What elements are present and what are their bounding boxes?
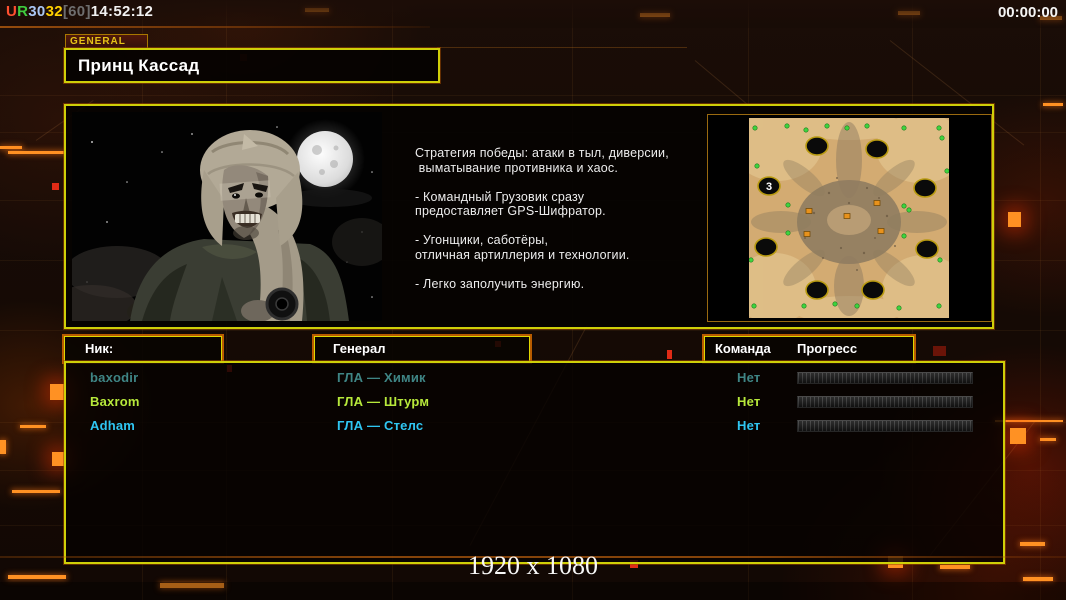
briefing-line: предоставляет GPS-Шифратор. <box>415 204 606 218</box>
circuit-node-red <box>667 350 672 359</box>
circuit-dash <box>8 151 66 154</box>
progress-header-label: Прогресс <box>797 341 858 356</box>
player-nick: Adham <box>90 418 136 433</box>
briefing-text: Стратегия победы: атаки в тыл, диверсии,… <box>415 146 715 291</box>
briefing-line: - Легко заполучить энергию. <box>415 276 585 291</box>
circuit-line <box>1040 0 1041 600</box>
circuit-dash <box>0 146 22 149</box>
fps-monitor-u: U <box>6 3 18 20</box>
fps-cap: [60] <box>62 3 91 20</box>
svg-text:3: 3 <box>766 181 772 193</box>
player-rows: baxodir ГЛА — Химик Нет Baxrom ГЛА — Штурм Не… <box>66 366 1003 438</box>
circuit-dash <box>12 490 60 493</box>
general-portrait <box>47 112 392 329</box>
briefing-line: - Угонщики, саботёры, <box>415 233 549 247</box>
player-row: Baxrom ГЛА — Штурм Нет <box>66 390 1003 414</box>
resolution-label: 1920 x 1080 <box>468 551 598 580</box>
player-nick: Baxrom <box>90 394 140 409</box>
progress-bar <box>797 420 973 432</box>
general-name-box: Принц Кассад <box>64 48 440 83</box>
circuit-line <box>0 330 1066 331</box>
fps-monitor-r: R <box>17 3 29 20</box>
general-name: Принц Кассад <box>78 56 200 75</box>
column-header-team-progress: Команда Прогресс <box>702 334 916 364</box>
circuit-node <box>50 384 64 400</box>
briefing-line <box>415 219 715 234</box>
circuit-line <box>0 95 1066 96</box>
nick-header-label: Ник: <box>85 341 114 356</box>
player-row: Adham ГЛА — Стелс Нет <box>66 414 1003 438</box>
player-general: ГЛА — Химик <box>337 370 426 385</box>
player-team: Нет <box>737 370 761 385</box>
circuit-dash <box>0 440 6 454</box>
player-nick: baxodir <box>90 370 139 385</box>
loading-screen: UR3032[60]14:52:12 00:00:00 GENERAL Прин… <box>0 0 1066 600</box>
player-general: ГЛА — Штурм <box>337 394 430 409</box>
player-row: baxodir ГЛА — Химик Нет <box>66 366 1003 390</box>
column-header-nick: Ник: <box>62 334 224 364</box>
briefing-line <box>415 175 715 190</box>
briefing-line: - Командный Грузовик сразу <box>415 189 585 204</box>
general-portrait-art <box>47 112 392 329</box>
player-team: Нет <box>737 394 761 409</box>
circuit-dash <box>20 425 46 428</box>
player-team: Нет <box>737 418 761 433</box>
briefing-line <box>415 262 715 277</box>
briefing-line: Стратегия победы: атаки в тыл, диверсии, <box>415 146 669 160</box>
minimap-box: 3 <box>707 114 992 322</box>
team-header-label: Команда <box>715 341 771 356</box>
column-header-general: Генерал <box>312 334 532 364</box>
general-header-label: Генерал <box>333 341 386 356</box>
briefing-line: отличная артиллерия и технологии. <box>415 247 630 262</box>
player-general: ГЛА — Стелс <box>337 418 424 433</box>
player-list-box: baxodir ГЛА — Химик Нет Baxrom ГЛА — Штурм Не… <box>64 361 1005 564</box>
fps-monitor: UR3032[60]14:52:12 <box>6 3 153 20</box>
circuit-dash <box>995 420 1063 422</box>
circuit-node-red <box>52 183 59 190</box>
circuit-node <box>1010 428 1026 444</box>
progress-bar <box>797 372 973 384</box>
circuit-node <box>1008 212 1021 227</box>
circuit-dash <box>1020 542 1045 546</box>
circuit-dash <box>1040 438 1056 441</box>
minimap: 3 <box>749 118 949 318</box>
circuit-line <box>437 47 687 48</box>
top-bar <box>0 0 1066 28</box>
briefing-box: Стратегия победы: атаки в тыл, диверсии,… <box>47 104 994 329</box>
progress-bar <box>797 396 973 408</box>
match-timer: 00:00:00 <box>997 4 1058 21</box>
circuit-node-red <box>933 346 946 356</box>
bottom-strip <box>0 582 1066 600</box>
clock: 14:52:12 <box>90 3 154 20</box>
circuit-dash <box>1043 103 1063 106</box>
fps-current: 30 <box>28 3 46 20</box>
top-bar-underline <box>0 26 430 28</box>
fps-average: 32 <box>45 3 63 20</box>
briefing-line: выматывание противника и хаос. <box>415 160 619 175</box>
